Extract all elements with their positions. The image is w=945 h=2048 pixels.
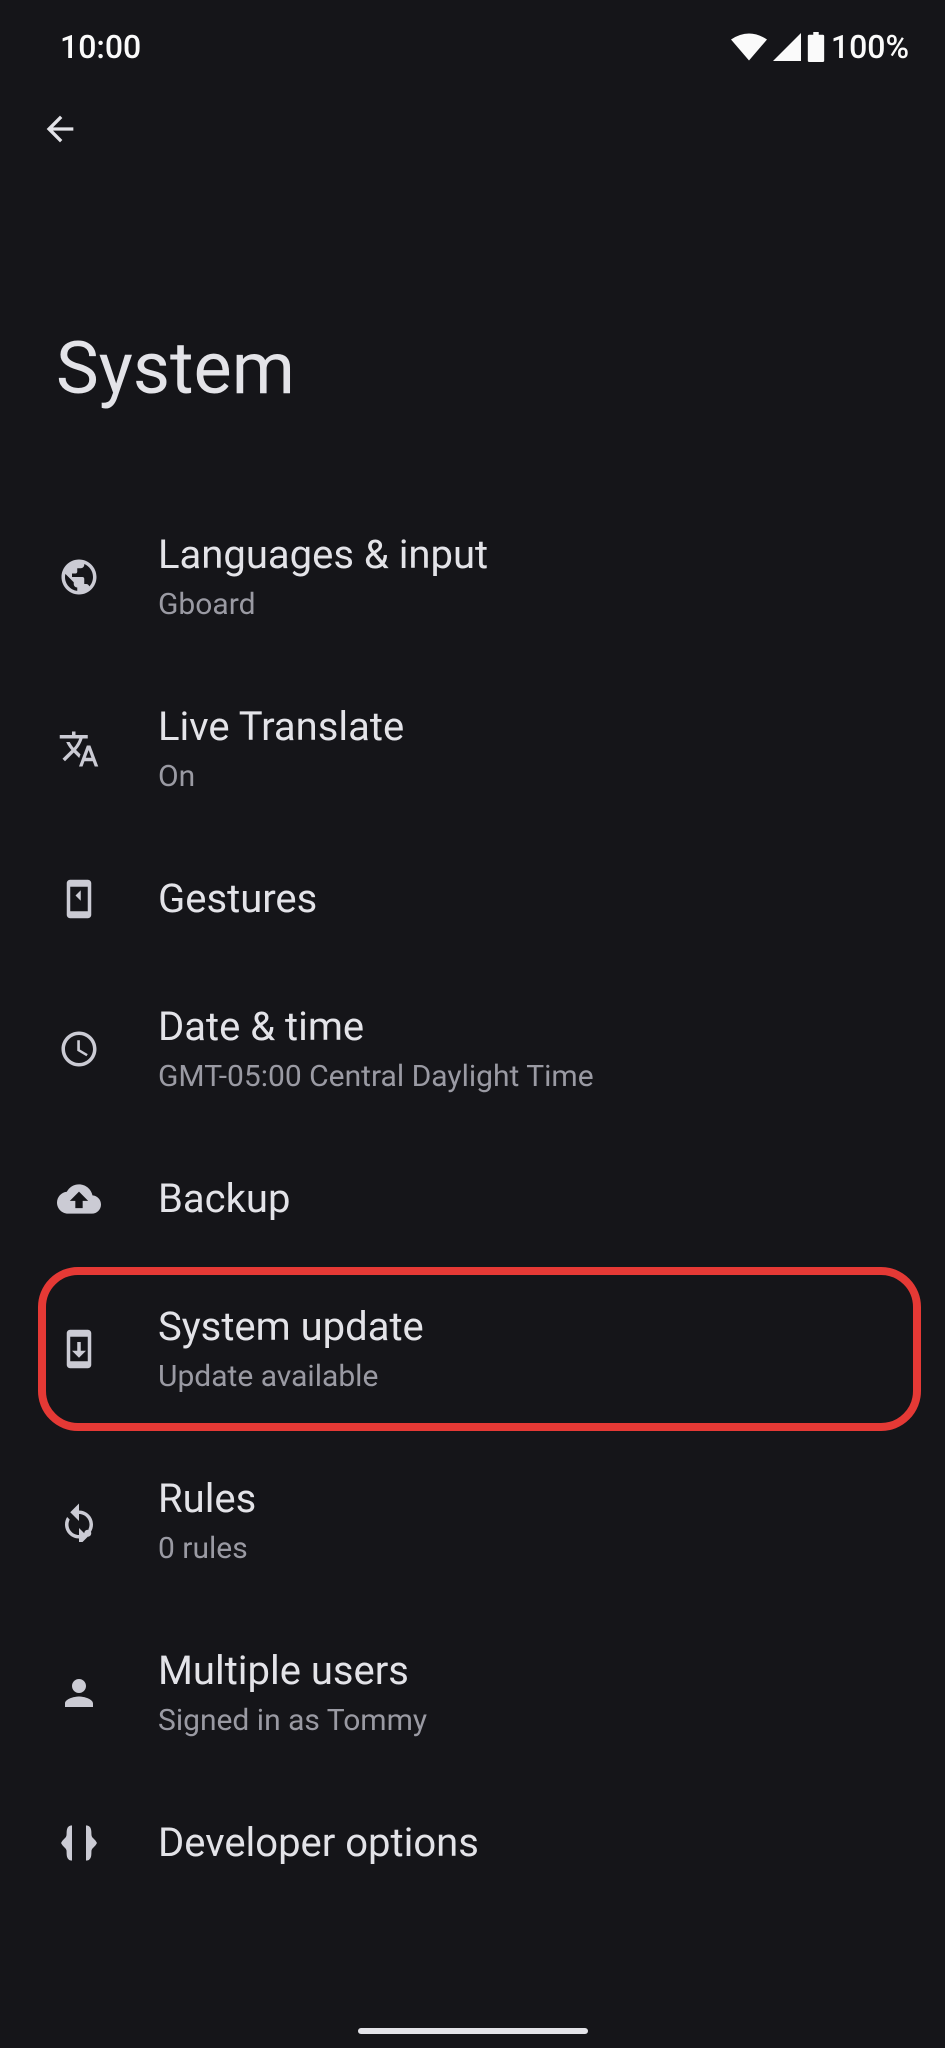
globe-icon <box>56 554 102 600</box>
menu-title: Multiple users <box>158 1647 889 1695</box>
menu-list: Languages & input Gboard Live Translate … <box>0 491 945 1877</box>
menu-subtitle: 0 rules <box>158 1531 889 1567</box>
rules-icon <box>56 1498 102 1544</box>
menu-subtitle: Signed in as Tommy <box>158 1703 889 1739</box>
translate-icon <box>56 726 102 772</box>
cloud-upload-icon <box>56 1176 102 1222</box>
menu-item-datetime[interactable]: Date & time GMT-05:00 Central Daylight T… <box>0 963 945 1135</box>
wifi-icon <box>731 33 767 61</box>
battery-percent: 100% <box>831 28 909 66</box>
signal-icon <box>773 33 801 61</box>
menu-title: Gestures <box>158 875 889 923</box>
battery-icon <box>807 32 825 62</box>
menu-title: Developer options <box>158 1819 889 1867</box>
menu-subtitle: Gboard <box>158 587 889 623</box>
menu-subtitle: Update available <box>158 1359 889 1395</box>
status-time: 10:00 <box>60 28 141 66</box>
menu-subtitle: On <box>158 759 889 795</box>
menu-title: Rules <box>158 1475 889 1523</box>
braces-icon <box>56 1820 102 1866</box>
system-update-icon <box>56 1326 102 1372</box>
menu-item-developer-options[interactable]: Developer options <box>0 1779 945 1877</box>
menu-item-gestures[interactable]: Gestures <box>0 835 945 963</box>
nav-bar-indicator[interactable] <box>358 2028 588 2034</box>
menu-title: Live Translate <box>158 703 889 751</box>
menu-item-rules[interactable]: Rules 0 rules <box>0 1435 945 1607</box>
menu-item-translate[interactable]: Live Translate On <box>0 663 945 835</box>
menu-item-system-update[interactable]: System update Update available <box>0 1263 945 1435</box>
gesture-icon <box>56 876 102 922</box>
menu-item-languages[interactable]: Languages & input Gboard <box>0 491 945 663</box>
menu-title: System update <box>158 1303 889 1351</box>
menu-title: Backup <box>158 1175 889 1223</box>
status-bar: 10:00 100% <box>0 0 945 76</box>
menu-item-backup[interactable]: Backup <box>0 1135 945 1263</box>
clock-icon <box>56 1026 102 1072</box>
status-icons: 100% <box>731 28 909 66</box>
back-button[interactable] <box>0 76 80 156</box>
arrow-left-icon <box>40 109 80 153</box>
menu-item-multiple-users[interactable]: Multiple users Signed in as Tommy <box>0 1607 945 1779</box>
person-icon <box>56 1670 102 1716</box>
menu-title: Date & time <box>158 1003 889 1051</box>
page-title: System <box>0 156 945 491</box>
menu-subtitle: GMT-05:00 Central Daylight Time <box>158 1059 889 1095</box>
menu-title: Languages & input <box>158 531 889 579</box>
